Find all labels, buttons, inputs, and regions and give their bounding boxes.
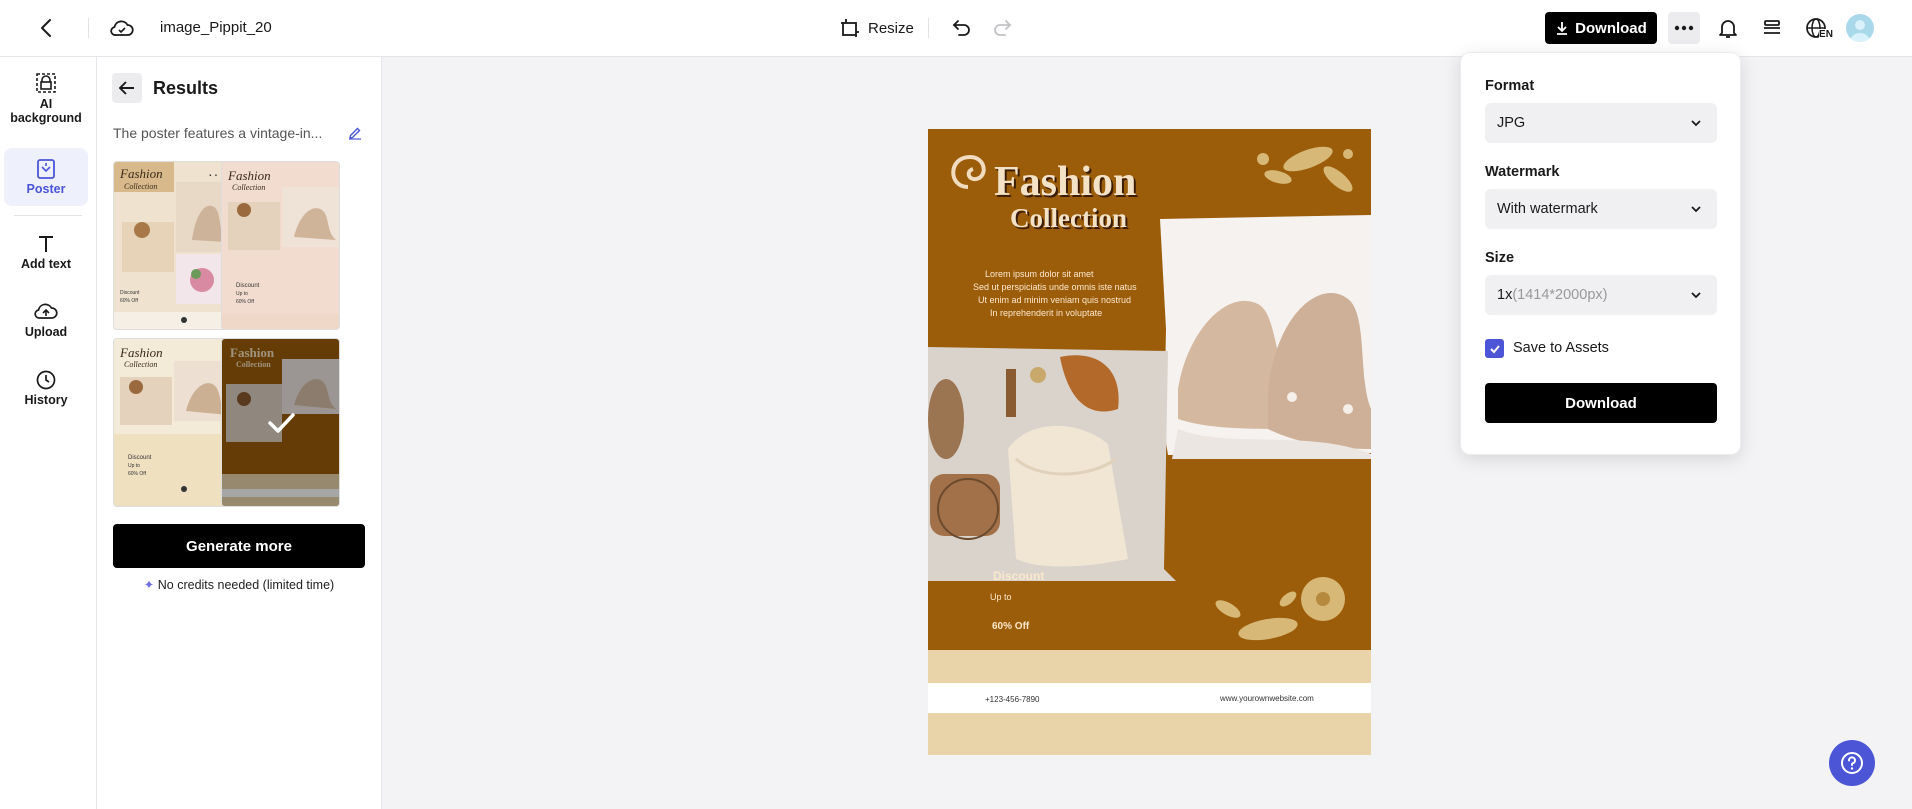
upload-icon xyxy=(34,303,58,319)
poster-title-line1-face: Fashion xyxy=(994,159,1136,205)
watermark-value: With watermark xyxy=(1497,201,1598,217)
svg-text:Discount: Discount xyxy=(236,283,260,289)
left-nav: AI background Poster Add text Upload His… xyxy=(0,57,97,809)
svg-text:Up to: Up to xyxy=(236,291,248,297)
more-options-icon[interactable] xyxy=(1668,12,1700,44)
text-icon xyxy=(39,236,53,252)
arrow-left-icon xyxy=(119,81,134,95)
download-label: Download xyxy=(1575,19,1647,37)
svg-text:60% Off: 60% Off xyxy=(236,299,255,305)
divider xyxy=(88,18,89,38)
redo-icon[interactable] xyxy=(988,14,1016,42)
svg-text:Discount: Discount xyxy=(128,455,152,461)
result-thumbnail-1[interactable]: Fashion Collection Discount 60% Off ··· xyxy=(113,161,232,330)
result-thumbnail-4-selected[interactable]: Fashion Collection xyxy=(221,338,340,507)
svg-text:Collection: Collection xyxy=(124,182,157,191)
ai-background-icon xyxy=(36,73,56,93)
download-icon xyxy=(1557,22,1568,35)
poster-body-line3: Ut enim ad minim veniam quis nostrud xyxy=(978,295,1131,305)
nav-ai-background[interactable]: AI background xyxy=(4,71,88,137)
svg-text:Up to: Up to xyxy=(128,463,140,469)
poster-description: The poster features a vintage-in... xyxy=(113,125,323,141)
results-panel: Results The poster features a vintage-in… xyxy=(97,57,382,809)
chevron-down-icon xyxy=(1691,206,1701,213)
history-icon xyxy=(36,370,56,390)
question-mark-icon xyxy=(1841,752,1863,774)
nav-label: Add text xyxy=(21,257,71,271)
chevron-down-icon xyxy=(1691,120,1701,127)
divider xyxy=(14,215,82,216)
confirm-download-button[interactable]: Download xyxy=(1485,383,1717,423)
language-code: EN xyxy=(1819,28,1833,40)
svg-text:60% Off: 60% Off xyxy=(120,298,139,304)
user-avatar[interactable] xyxy=(1846,14,1874,42)
svg-text:Collection: Collection xyxy=(124,360,157,369)
poster-body-line4: In reprehenderit in voluptate xyxy=(990,308,1102,318)
size-select[interactable]: 1x (1414*2000px) xyxy=(1485,275,1717,315)
nav-label: Upload xyxy=(24,325,68,339)
svg-text:Fashion: Fashion xyxy=(119,345,163,360)
resize-label: Resize xyxy=(868,19,914,37)
edit-pencil-icon[interactable] xyxy=(345,123,365,143)
poster-title-line2: Collection xyxy=(1010,203,1127,233)
top-bar: image_Pippit_20 Resize Download EN xyxy=(0,0,1912,57)
layers-icon[interactable] xyxy=(1758,14,1786,42)
nav-label: Poster xyxy=(26,182,66,196)
result-thumbnail-2[interactable]: Fashion Collection Discount Up to 60% Of… xyxy=(221,161,340,330)
poster-website: www.yourownwebsite.com xyxy=(1219,694,1314,703)
checkmark-icon xyxy=(1489,344,1500,353)
bell-icon[interactable] xyxy=(1714,14,1742,42)
undo-icon[interactable] xyxy=(948,14,976,42)
svg-text:Discount: Discount xyxy=(120,290,140,296)
poster-preview[interactable]: Fashion Fashion Collection Collection Lo… xyxy=(928,129,1371,755)
back-arrow-icon[interactable] xyxy=(32,14,60,42)
svg-text:60% Off: 60% Off xyxy=(128,471,147,477)
chevron-down-icon xyxy=(1691,292,1701,299)
download-options-panel: Format JPG Watermark With watermark Size… xyxy=(1460,52,1741,455)
nav-label: AI background xyxy=(10,97,82,125)
size-detail: (1414*2000px) xyxy=(1512,287,1608,303)
cloud-sync-icon[interactable] xyxy=(108,14,136,42)
back-button[interactable] xyxy=(112,73,142,103)
poster-discount: Discount xyxy=(993,569,1044,583)
divider xyxy=(928,18,929,38)
poster-body-line1: Lorem ipsum dolor sit amet xyxy=(985,269,1094,279)
nav-history[interactable]: History xyxy=(4,369,88,417)
format-label: Format xyxy=(1485,78,1535,94)
poster-percent: 60% Off xyxy=(992,621,1030,632)
poster-upto: Up to xyxy=(990,592,1012,602)
download-button[interactable]: Download xyxy=(1545,12,1657,44)
svg-text:Fashion: Fashion xyxy=(119,166,163,181)
nav-label: History xyxy=(24,393,68,407)
poster-body-line2: Sed ut perspiciatis unde omnis iste natu… xyxy=(973,282,1137,292)
nav-upload[interactable]: Upload xyxy=(4,301,88,349)
svg-text:Collection: Collection xyxy=(232,183,265,192)
panel-title: Results xyxy=(153,78,219,98)
poster-phone: +123-456-7890 xyxy=(985,695,1040,704)
sparkle-icon: ✦ xyxy=(143,578,155,592)
resize-icon xyxy=(841,19,859,37)
credit-note-text: No credits needed (limited time) xyxy=(157,578,335,592)
watermark-select[interactable]: With watermark xyxy=(1485,189,1717,229)
size-value: 1x xyxy=(1497,287,1513,303)
svg-text:Fashion: Fashion xyxy=(227,168,271,183)
save-to-assets-label[interactable]: Save to Assets xyxy=(1513,340,1609,356)
result-thumbnail-3[interactable]: Fashion Collection Discount Up to 60% Of… xyxy=(113,338,232,507)
nav-add-text[interactable]: Add text xyxy=(4,233,88,281)
poster-icon xyxy=(37,159,55,179)
save-to-assets-checkbox[interactable] xyxy=(1485,339,1504,358)
format-select[interactable]: JPG xyxy=(1485,103,1717,143)
nav-poster[interactable]: Poster xyxy=(4,148,88,206)
credit-note: ✦ No credits needed (limited time) xyxy=(113,577,365,592)
resize-button[interactable]: Resize xyxy=(840,14,914,42)
file-name[interactable]: image_Pippit_20 xyxy=(160,19,272,36)
watermark-label: Watermark xyxy=(1485,164,1560,180)
generate-more-button[interactable]: Generate more xyxy=(113,524,365,568)
format-value: JPG xyxy=(1497,115,1526,131)
help-button[interactable] xyxy=(1829,740,1875,786)
size-label: Size xyxy=(1485,250,1515,266)
globe-language-icon[interactable]: EN xyxy=(1802,14,1836,42)
